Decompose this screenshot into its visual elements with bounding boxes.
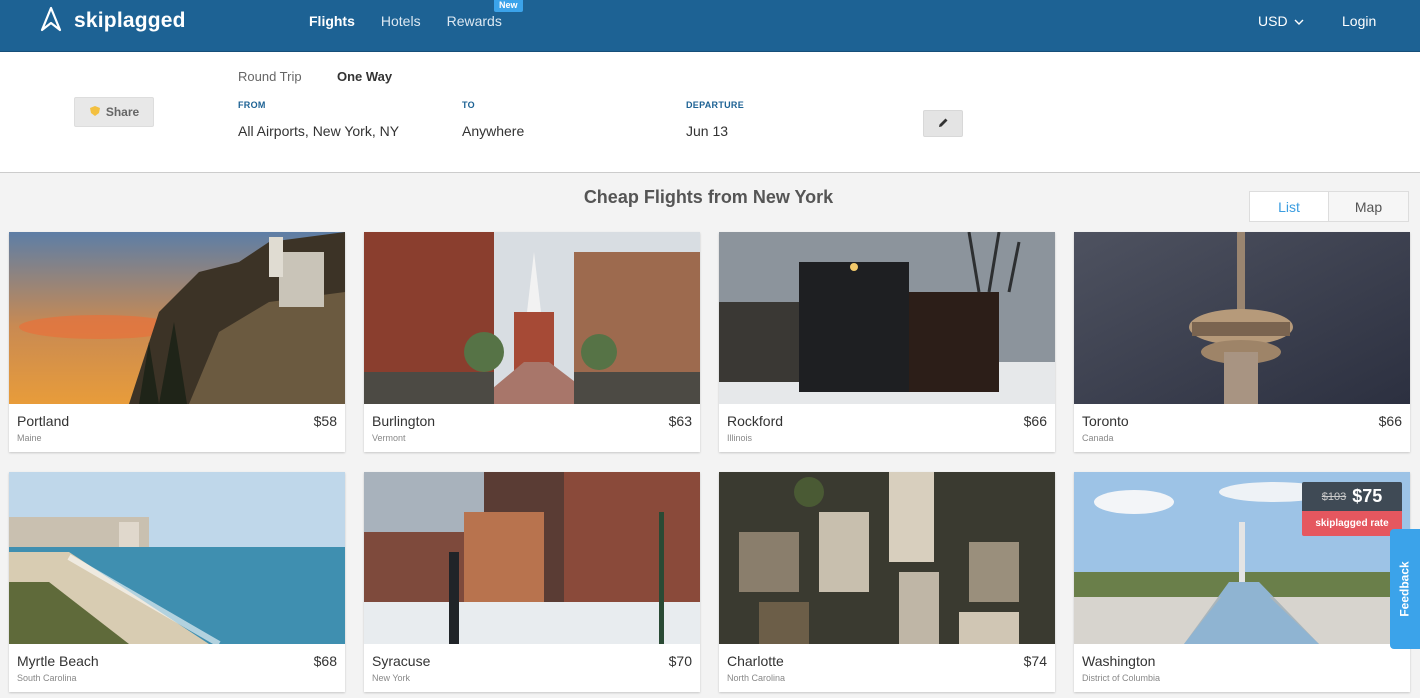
view-toggle: List Map <box>1249 191 1409 222</box>
destination-photo <box>9 232 345 404</box>
search-panel: Share Round Trip One Way FROM All Airpor… <box>0 52 1420 173</box>
destination-photo <box>364 472 700 644</box>
skiplagged-rate-tag: skiplagged rate <box>1302 511 1402 536</box>
map-view-button[interactable]: Map <box>1329 192 1408 221</box>
destination-region: New York <box>372 673 411 683</box>
destination-card-rockford[interactable]: Rockford Illinois $66 <box>719 232 1055 452</box>
destination-city: Myrtle Beach <box>17 653 99 669</box>
trip-type-round-trip[interactable]: Round Trip <box>238 69 302 84</box>
destination-card-burlington[interactable]: Burlington Vermont $63 <box>364 232 700 452</box>
nav-flights[interactable]: Flights <box>309 13 355 29</box>
destination-photo <box>719 232 1055 404</box>
top-navigation-bar: skiplagged Flights Hotels Rewards New US… <box>0 0 1420 52</box>
pencil-icon <box>938 115 949 133</box>
list-view-button[interactable]: List <box>1250 192 1329 221</box>
from-field[interactable]: All Airports, New York, NY <box>238 123 399 139</box>
destination-region: South Carolina <box>17 673 77 683</box>
currency-label: USD <box>1258 13 1288 29</box>
nav-hotels[interactable]: Hotels <box>381 13 421 29</box>
original-price: $103 <box>1321 490 1347 503</box>
destination-region: Maine <box>17 433 42 443</box>
destination-card-syracuse[interactable]: Syracuse New York $70 <box>364 472 700 692</box>
destination-photo <box>364 232 700 404</box>
skiplagged-logo-icon <box>38 6 64 37</box>
deal-price-box: $103 $75 <box>1302 482 1402 511</box>
from-label: FROM <box>238 100 266 110</box>
destination-photo <box>719 472 1055 644</box>
to-label: TO <box>462 100 475 110</box>
destination-city: Portland <box>17 413 70 429</box>
destination-price: $63 <box>668 413 692 429</box>
destination-city: Toronto <box>1082 413 1129 429</box>
destination-card-portland[interactable]: Portland Maine $58 <box>9 232 345 452</box>
to-field[interactable]: Anywhere <box>462 123 524 139</box>
share-button[interactable]: Share <box>74 97 154 127</box>
logo[interactable]: skiplagged <box>38 6 186 37</box>
destination-price: $66 <box>1023 413 1047 429</box>
destination-card-washington[interactable]: $103 $75 skiplagged rate Washington Dist… <box>1074 472 1410 692</box>
login-link[interactable]: Login <box>1342 13 1376 29</box>
destination-city: Syracuse <box>372 653 431 669</box>
destination-city: Rockford <box>727 413 784 429</box>
destination-price: $66 <box>1378 413 1402 429</box>
currency-selector[interactable]: USD <box>1258 13 1304 29</box>
new-badge: New <box>494 0 523 12</box>
destination-card-myrtle-beach[interactable]: Myrtle Beach South Carolina $68 <box>9 472 345 692</box>
chevron-down-icon <box>1288 13 1304 29</box>
destination-region: Vermont <box>372 433 406 443</box>
destination-region: Illinois <box>727 433 753 443</box>
destination-photo <box>9 472 345 644</box>
trip-type-one-way[interactable]: One Way <box>337 69 392 84</box>
logo-text: skiplagged <box>74 9 186 32</box>
destination-city: Charlotte <box>727 653 784 669</box>
feedback-tab[interactable]: Feedback <box>1390 529 1420 649</box>
feedback-label: Feedback <box>1398 561 1413 617</box>
main-nav: Flights Hotels Rewards <box>309 13 528 29</box>
destination-price: $74 <box>1023 653 1047 669</box>
departure-label: DEPARTURE <box>686 100 745 110</box>
destination-region: Canada <box>1082 433 1114 443</box>
edit-search-button[interactable] <box>923 110 963 137</box>
destination-price: $58 <box>313 413 337 429</box>
destination-region: North Carolina <box>727 673 786 683</box>
destination-city: Washington <box>1082 653 1156 669</box>
destination-card-charlotte[interactable]: Charlotte North Carolina $74 <box>719 472 1055 692</box>
destination-card-toronto[interactable]: Toronto Canada $66 <box>1074 232 1410 452</box>
page-title: Cheap Flights from New York <box>583 187 834 207</box>
share-label: Share <box>105 105 140 119</box>
destination-region: District of Columbia <box>1082 673 1161 683</box>
departure-field[interactable]: Jun 13 <box>686 123 728 139</box>
destination-city: Burlington <box>372 413 436 429</box>
destination-price: $70 <box>668 653 692 669</box>
destination-photo <box>1074 232 1410 404</box>
destination-price: $68 <box>313 653 337 669</box>
deal-badge: $103 $75 skiplagged rate <box>1302 482 1402 536</box>
nav-rewards[interactable]: Rewards <box>447 13 502 29</box>
deal-price: $75 <box>1352 486 1383 506</box>
shield-icon <box>89 105 106 120</box>
